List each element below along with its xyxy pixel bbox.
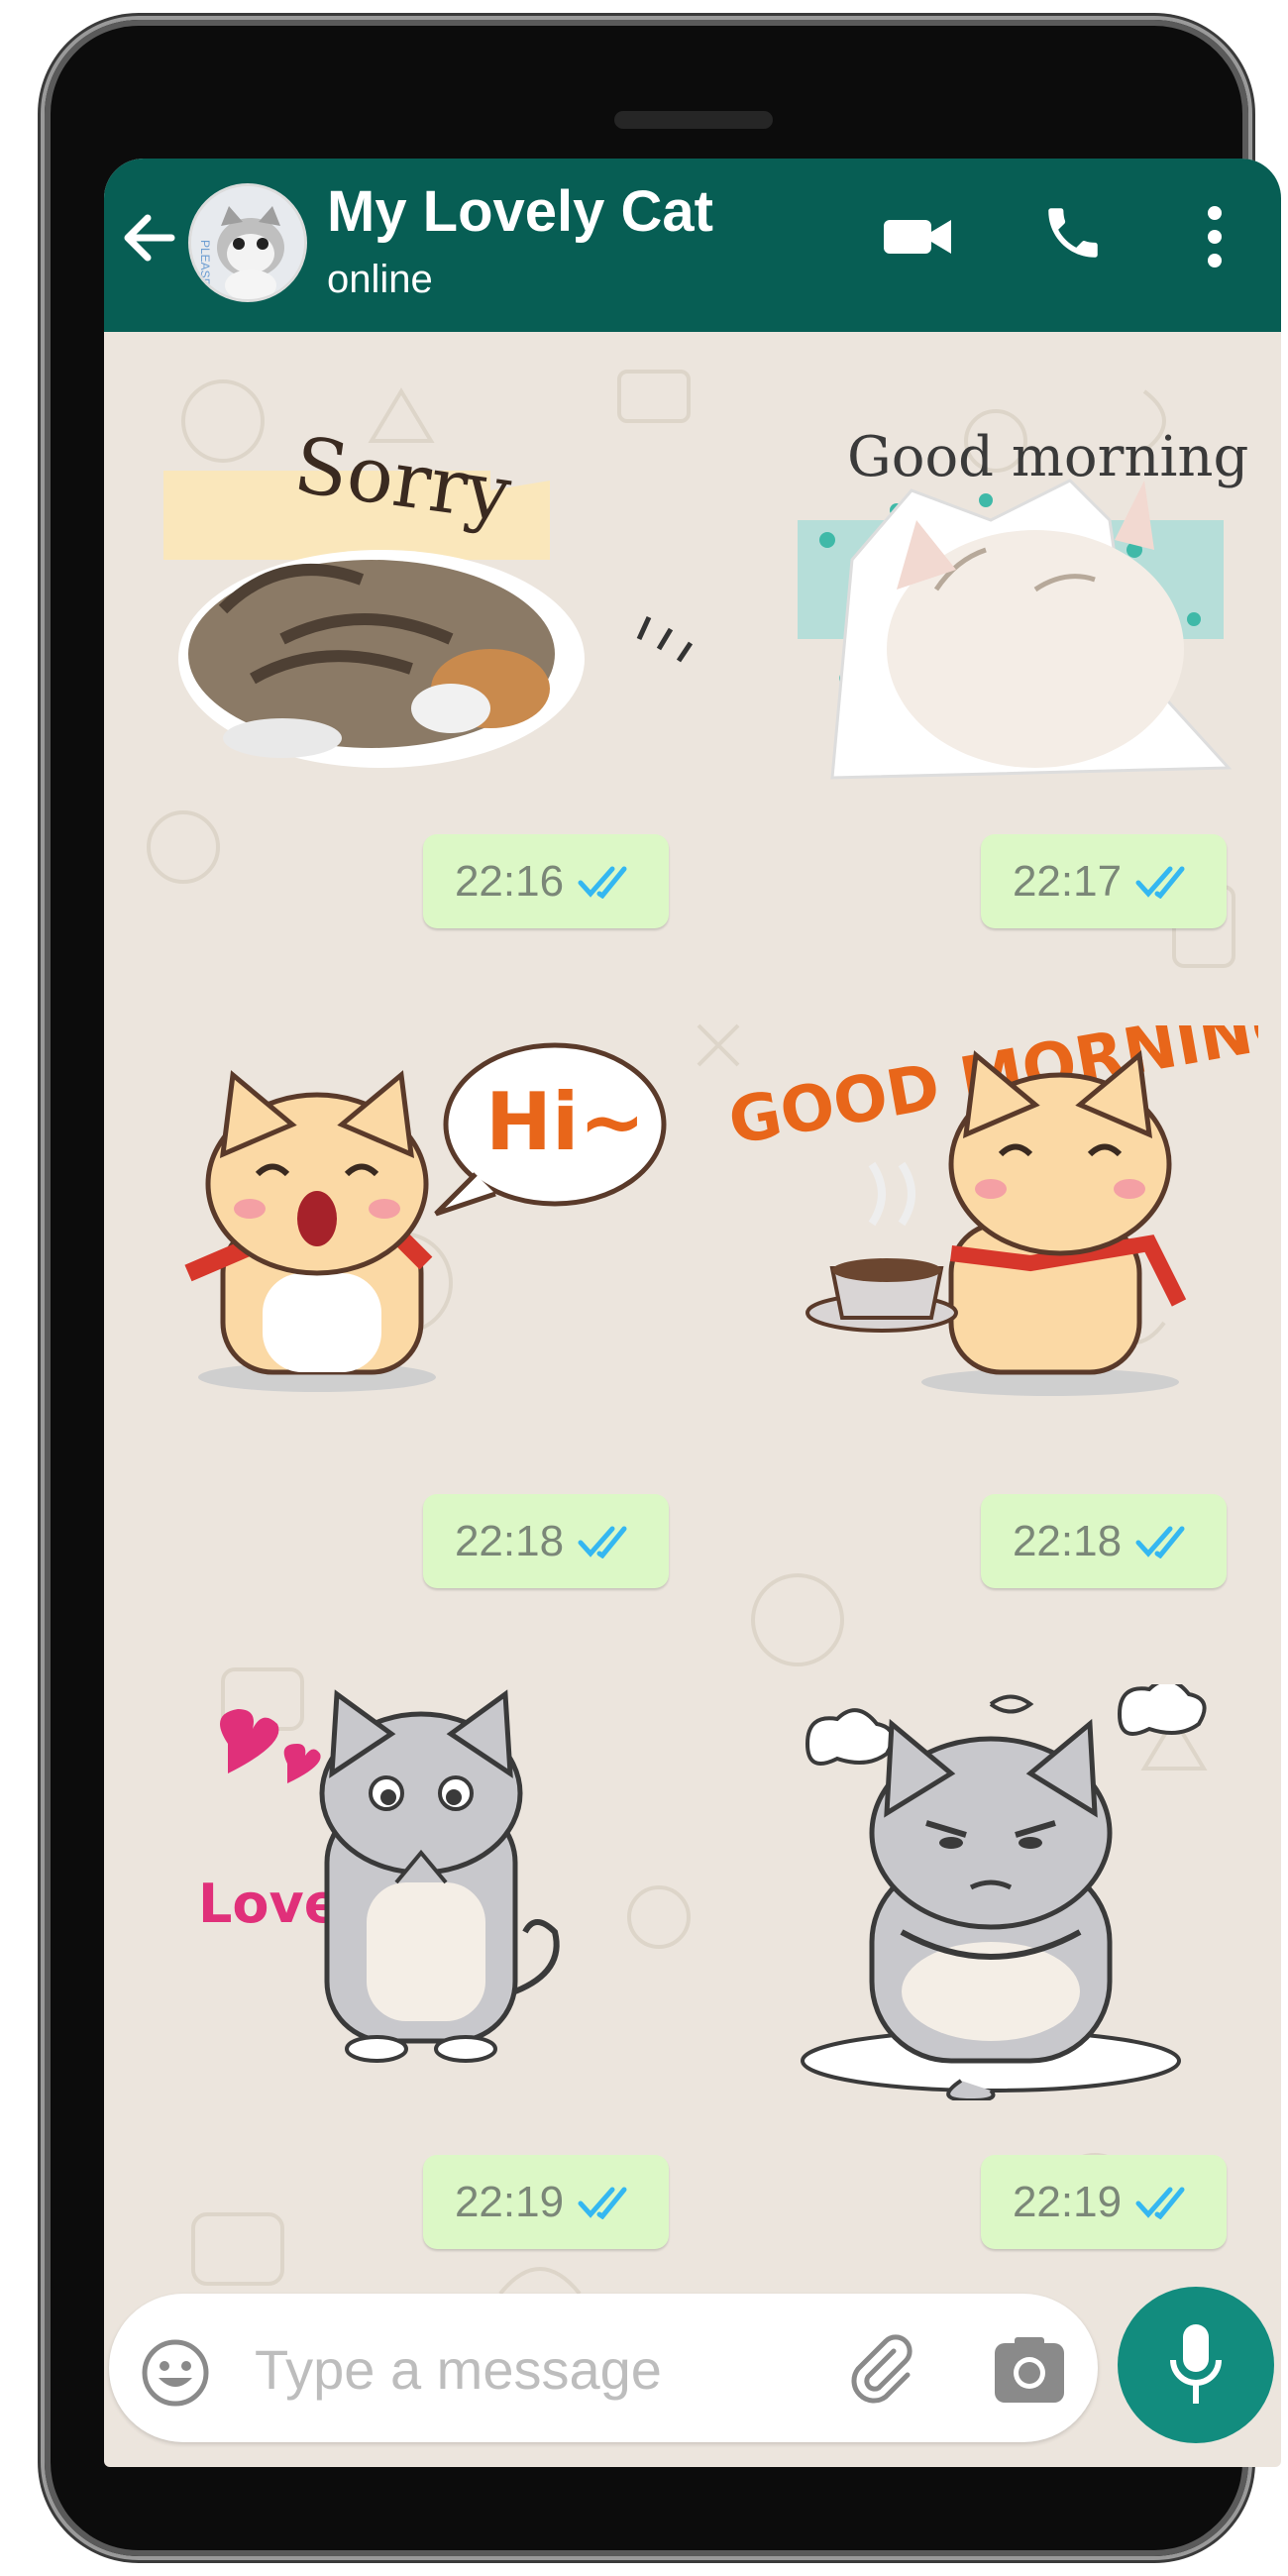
message-time: 22:19 — [1012, 2177, 1123, 2226]
phone-frame: PLEASE My Lovely Cat online Sorry 22:16 … — [45, 20, 1281, 2556]
message-time-badge: 22:18 — [423, 1494, 669, 1588]
avatar-text: PLEASE — [198, 240, 212, 286]
message-time-badge: 22:16 — [423, 834, 669, 928]
contact-name[interactable]: My Lovely Cat — [327, 178, 713, 245]
sticker-good-morning-label: Good morning — [847, 425, 1248, 489]
double-check-icon — [578, 866, 627, 899]
message-time: 22:16 — [454, 856, 565, 906]
message-time-badge: 22:18 — [981, 1494, 1227, 1588]
mic-icon — [1170, 2324, 1222, 2404]
message-time: 22:17 — [1012, 856, 1123, 906]
message-time: 22:19 — [454, 2177, 565, 2226]
sticker-hi-label: Hi~ — [485, 1076, 645, 1168]
sticker-sorry[interactable]: Sorry — [163, 411, 718, 778]
camera-icon[interactable] — [993, 2335, 1066, 2405]
double-check-icon — [1135, 866, 1185, 899]
video-call-icon[interactable] — [882, 208, 953, 266]
sticker-grumpy-cat[interactable] — [763, 1684, 1238, 2100]
attach-icon[interactable] — [844, 2333, 919, 2409]
cat-avatar-icon: PLEASE — [191, 186, 304, 299]
emoji-icon[interactable] — [141, 2338, 210, 2408]
sticker-hi-cat[interactable]: Hi~ — [168, 1035, 674, 1392]
double-check-icon — [578, 2187, 627, 2219]
contact-avatar[interactable]: PLEASE — [188, 183, 307, 302]
double-check-icon — [1135, 1526, 1185, 1558]
message-input[interactable]: Type a message — [255, 2337, 662, 2402]
phone-icon[interactable] — [1040, 200, 1106, 266]
message-time-badge: 22:19 — [423, 2155, 669, 2249]
contact-status: online — [327, 258, 433, 301]
speaker-grille — [614, 111, 773, 129]
message-time-badge: 22:19 — [981, 2155, 1227, 2249]
message-composer[interactable]: Type a message — [109, 2294, 1098, 2442]
message-time: 22:18 — [1012, 1516, 1123, 1565]
message-time-badge: 22:17 — [981, 834, 1227, 928]
chat-header: PLEASE My Lovely Cat online — [104, 159, 1281, 332]
chat-screen: PLEASE My Lovely Cat online Sorry 22:16 … — [104, 159, 1281, 2467]
sticker-love-you-cat[interactable]: Love you — [198, 1684, 664, 2071]
mic-button[interactable] — [1118, 2287, 1274, 2443]
double-check-icon — [578, 1526, 627, 1558]
back-arrow-icon[interactable] — [112, 198, 191, 277]
double-check-icon — [1135, 2187, 1185, 2219]
message-time: 22:18 — [454, 1516, 565, 1565]
sticker-good-morning-photo[interactable]: Good morning — [738, 421, 1263, 798]
more-vert-icon[interactable] — [1204, 203, 1226, 270]
sticker-good-morning-cartoon[interactable]: GOOD MORNING — [723, 1025, 1258, 1402]
